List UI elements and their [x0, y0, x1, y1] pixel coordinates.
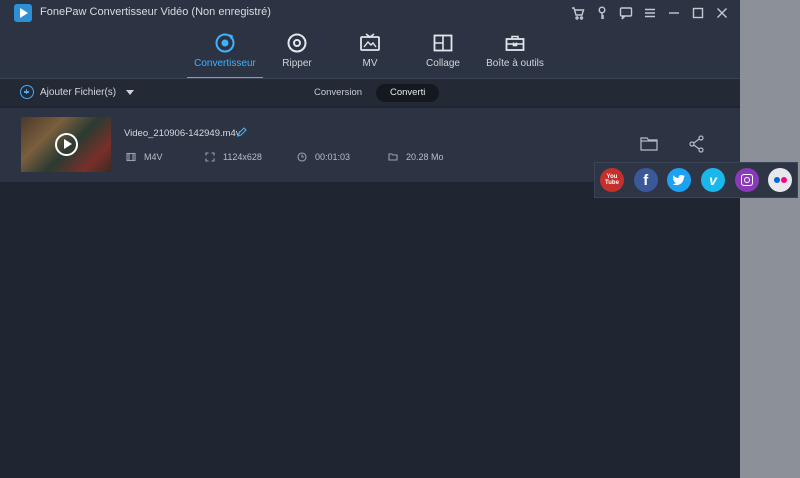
instagram-share-button[interactable] [734, 168, 759, 192]
resolution-value: 1124x628 [223, 152, 262, 162]
vimeo-icon: v [709, 172, 717, 188]
youtube-share-button[interactable]: You Tube [600, 168, 624, 192]
tab-boite-a-outils-label: Boîte à outils [486, 58, 544, 69]
open-folder-button[interactable] [639, 134, 659, 154]
cart-icon[interactable] [566, 3, 590, 23]
tab-conversion[interactable]: Conversion [300, 84, 376, 102]
tab-convertisseur[interactable]: Convertisseur [187, 32, 263, 79]
video-thumbnail[interactable] [21, 117, 111, 172]
collage-icon [433, 34, 453, 52]
twitter-icon [672, 174, 686, 186]
tab-collage-label: Collage [426, 58, 460, 69]
format-meta: M4V [126, 152, 163, 162]
sub-toolbar: Ajouter Fichier(s) Conversion Converti [0, 78, 740, 106]
clock-icon [297, 152, 307, 162]
share-button[interactable] [687, 134, 707, 154]
tv-icon [360, 33, 380, 51]
toolbox-icon [505, 35, 525, 51]
background-strip [740, 0, 800, 478]
tab-collage[interactable]: Collage [405, 32, 481, 76]
title-bar: FonePaw Convertisseur Vidéo (Non enregis… [0, 0, 740, 26]
flickr-icon [773, 177, 780, 183]
chevron-down-icon[interactable] [126, 89, 135, 95]
feedback-icon[interactable] [614, 3, 638, 23]
facebook-share-button[interactable]: f [633, 168, 658, 192]
instagram-icon [740, 174, 753, 186]
window-title: FonePaw Convertisseur Vidéo (Non enregis… [40, 6, 271, 18]
duration-value: 00:01:03 [315, 152, 351, 162]
disc-icon [287, 33, 307, 53]
tab-mv[interactable]: MV [332, 32, 408, 76]
edit-icon[interactable] [236, 126, 248, 138]
add-files-label: Ajouter Fichier(s) [40, 86, 117, 98]
play-icon[interactable] [55, 133, 78, 156]
share-popup: You Tube f v [594, 162, 798, 198]
tab-converti[interactable]: Converti [376, 84, 440, 102]
app-logo-icon [14, 4, 32, 22]
youtube-label-bottom: Tube [605, 180, 619, 186]
folder-icon [640, 137, 658, 151]
tab-convertisseur-label: Convertisseur [194, 58, 256, 69]
tab-mv-label: MV [362, 58, 378, 69]
vimeo-share-button[interactable]: v [701, 168, 726, 192]
menu-icon[interactable] [638, 3, 662, 23]
facebook-icon: f [643, 171, 649, 189]
app-window: FonePaw Convertisseur Vidéo (Non enregis… [0, 0, 740, 478]
film-icon [126, 152, 136, 162]
format-value: M4V [144, 152, 163, 162]
tab-ripper-label: Ripper [282, 58, 312, 69]
share-icon [689, 135, 704, 153]
size-meta: 20.28 Mo [388, 152, 444, 162]
flickr-icon-dot [780, 177, 787, 183]
file-name: Video_210906-142949.m4v [124, 128, 241, 139]
resolution-meta: 1124x628 [205, 152, 262, 162]
tab-ripper[interactable]: Ripper [259, 32, 335, 76]
duration-meta: 00:01:03 [297, 152, 350, 162]
flickr-share-button[interactable] [768, 168, 793, 192]
resolution-icon [205, 152, 215, 162]
title-bar-controls [566, 3, 734, 23]
size-value: 20.28 Mo [406, 152, 444, 162]
file-icon [388, 153, 398, 161]
close-icon[interactable] [710, 3, 734, 23]
key-icon[interactable] [590, 3, 614, 23]
add-icon [20, 85, 34, 99]
minimize-icon[interactable] [662, 3, 686, 23]
main-nav: Convertisseur Ripper MV Collage Boîte à … [0, 26, 740, 79]
maximize-icon[interactable] [686, 3, 710, 23]
convert-icon [215, 33, 235, 53]
twitter-share-button[interactable] [667, 168, 692, 192]
tab-boite-a-outils[interactable]: Boîte à outils [477, 32, 553, 76]
add-files-button[interactable]: Ajouter Fichier(s) [20, 85, 135, 99]
